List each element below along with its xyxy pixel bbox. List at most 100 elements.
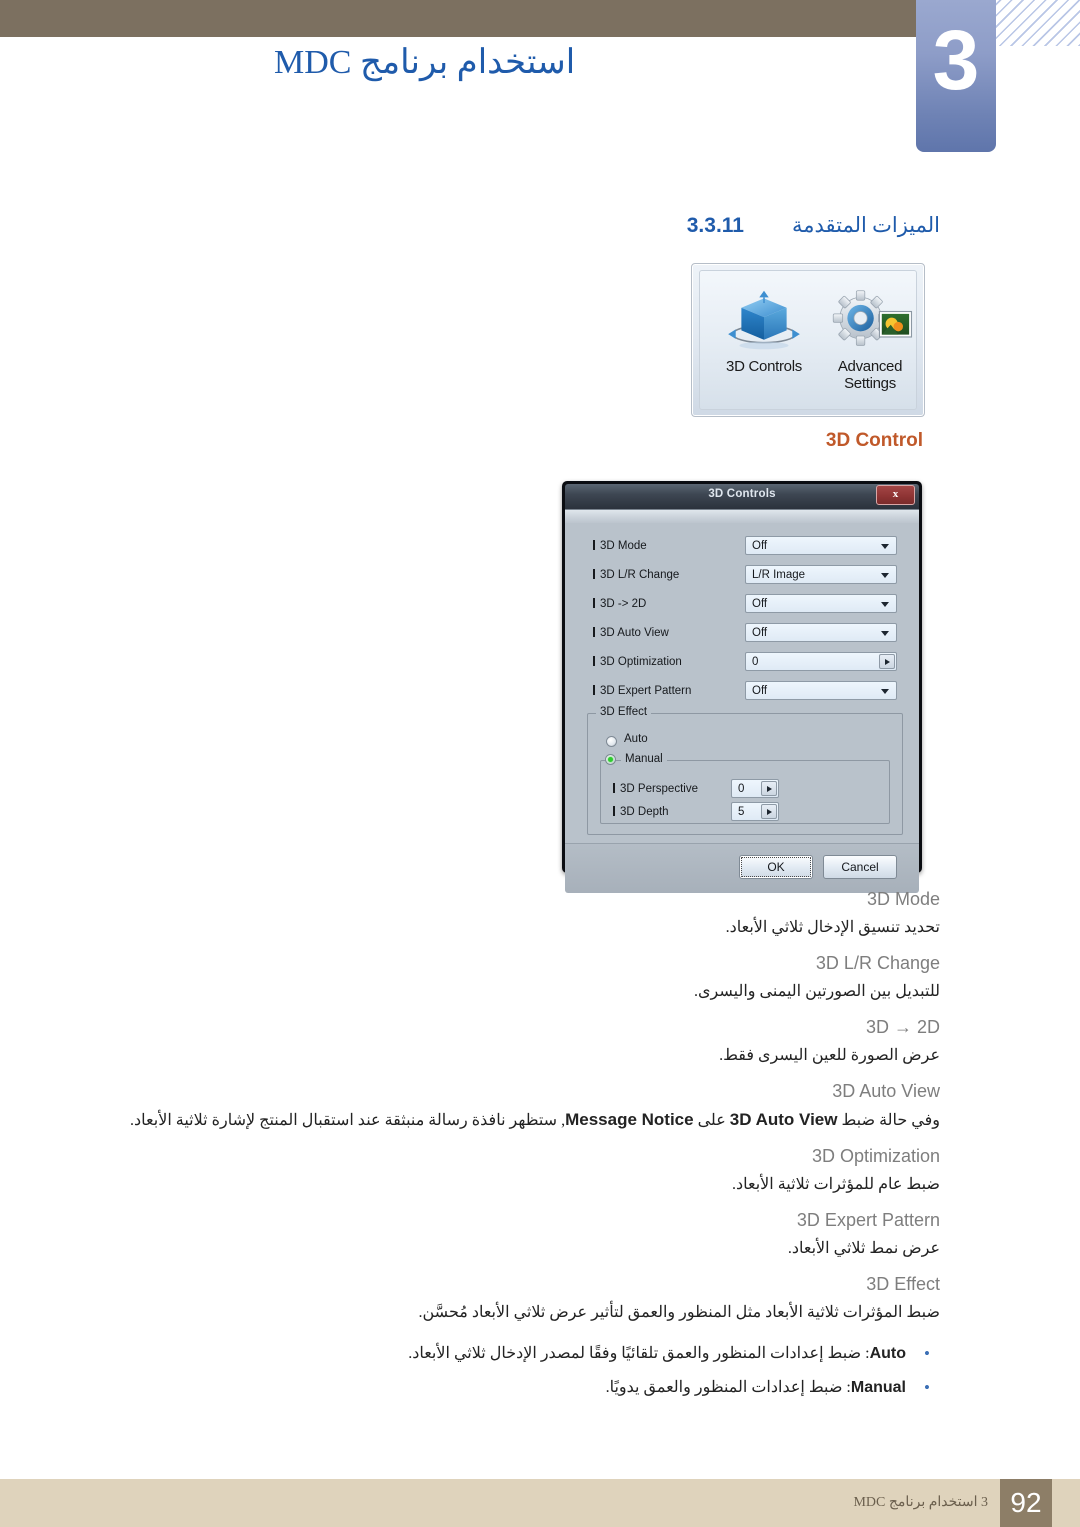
row-3d-expert-pattern-label-text: 3D Expert Pattern — [600, 684, 692, 697]
chevron-down-icon — [881, 544, 889, 549]
desc-term-3d-auto-view: 3D Auto View — [832, 1081, 940, 1101]
row-3d-perspective: 3D Perspective 0 — [613, 779, 803, 798]
dropdown-3d-expert-pattern[interactable]: Off — [745, 681, 897, 700]
row-3d-to-2d-label-text: 3D -> 2D — [600, 597, 647, 610]
spinner-3d-optimization-value: 0 — [752, 656, 759, 668]
row-3d-auto-view-label-text: 3D Auto View — [600, 626, 669, 639]
desc-body-3d-mode: تحديد تنسيق الإدخال ثلاثي الأبعاد. — [725, 919, 940, 936]
chevron-right-icon — [767, 785, 772, 792]
desc-body-3d-effect: ضبط المؤثرات ثلاثية الأبعاد مثل المنظور … — [418, 1304, 940, 1321]
dropdown-3d-mode-value: Off — [752, 540, 768, 552]
chevron-down-icon — [881, 689, 889, 694]
spinner-increment-button[interactable] — [879, 654, 895, 669]
desc-term-3d-to-2d: 3D → 2D — [865, 1017, 940, 1037]
page-number: 92 — [1000, 1479, 1052, 1527]
row-3d-auto-view-label: 3D Auto View — [593, 626, 745, 639]
chevron-down-icon — [881, 602, 889, 607]
radio-manual[interactable] — [605, 754, 616, 765]
desc-term-3d-optimization: 3D Optimization — [811, 1146, 940, 1166]
row-3d-to-2d-label: 3D -> 2D — [593, 597, 745, 610]
row-3d-auto-view: 3D Auto View Off — [593, 623, 897, 642]
spinner-increment-button[interactable] — [761, 804, 777, 819]
desc-term-3d-effect: 3D Effect — [866, 1274, 940, 1294]
desc-auto-view-post: , ستظهر نافذة رسالة منبثقة عند استقبال ا… — [130, 1112, 566, 1129]
header-hatch-decoration — [996, 0, 1080, 46]
row-3d-optimization-label-text: 3D Optimization — [600, 655, 682, 668]
bullet-manual-term: Manual — [850, 1379, 906, 1396]
row-3d-perspective-label: 3D Perspective — [613, 782, 731, 795]
chevron-down-icon — [881, 631, 889, 636]
desc-body-3d-optimization: ضبط عام للمؤثرات ثلاثية الأبعاد. — [731, 1176, 940, 1193]
dropdown-3d-lr-change-value: L/R Image — [752, 569, 806, 581]
radio-auto[interactable] — [606, 736, 617, 747]
subsection-caption: 3D Control — [825, 430, 923, 451]
spinner-3d-optimization[interactable]: 0 — [745, 652, 897, 671]
three-d-controls-dialog: 3D Controls x 3D Mode Off 3D L/R Change … — [562, 481, 922, 893]
bullet-list: Auto: ضبط إعدادات المنظور والعمق تلقائيً… — [110, 1337, 940, 1405]
desc-auto-view-pre: وفي حالة ضبط — [837, 1112, 940, 1129]
row-3d-mode: 3D Mode Off — [593, 536, 897, 555]
toolbar-item-3d-controls[interactable]: 3D Controls — [710, 287, 818, 375]
group-3d-effect: 3D Effect Auto Manual 3D Perspective 0 3… — [587, 706, 903, 835]
bullet-auto-term: Auto — [869, 1345, 906, 1362]
row-3d-lr-change-label: 3D L/R Change — [593, 568, 745, 581]
dropdown-3d-expert-pattern-value: Off — [752, 685, 768, 697]
dialog-titlebar: 3D Controls x — [565, 484, 919, 509]
row-3d-to-2d: 3D -> 2D Off — [593, 594, 897, 613]
row-3d-optimization: 3D Optimization 0 — [593, 652, 897, 671]
row-3d-perspective-label-text: 3D Perspective — [620, 782, 698, 795]
desc-auto-view-bold2: Message Notice — [565, 1110, 694, 1129]
row-3d-depth: 3D Depth 5 — [613, 802, 803, 821]
chevron-right-icon — [767, 808, 772, 815]
header-band — [0, 0, 916, 37]
spinner-3d-depth[interactable]: 5 — [731, 802, 779, 821]
description-list: 3D Mode تحديد تنسيق الإدخال ثلاثي الأبعا… — [110, 886, 940, 1405]
desc-body-3d-auto-view: وفي حالة ضبط 3D Auto View على Message No… — [110, 1106, 940, 1135]
desc-body-3d-to-2d: عرض الصورة للعين اليسرى فقط. — [719, 1047, 940, 1064]
chevron-down-icon — [881, 573, 889, 578]
desc-term-3d-lr-change: 3D L/R Change — [815, 953, 940, 973]
chevron-right-icon — [885, 658, 890, 665]
dialog-body: 3D Mode Off 3D L/R Change L/R Image 3D -… — [565, 509, 919, 843]
page-title: استخدام برنامج MDC — [274, 44, 576, 81]
chapter-number-badge: 3 — [916, 0, 996, 152]
toolbar-icon-panel: 3D Controls Advanced Settings — [691, 263, 925, 417]
dropdown-3d-mode[interactable]: Off — [745, 536, 897, 555]
row-3d-mode-label: 3D Mode — [593, 539, 745, 552]
group-manual: Manual 3D Perspective 0 3D Depth 5 — [600, 753, 890, 824]
bullet-manual: Manual: ضبط إعدادات المنظور والعمق يدويً… — [110, 1371, 940, 1405]
row-3d-expert-pattern: 3D Expert Pattern Off — [593, 681, 897, 700]
row-3d-mode-label-text: 3D Mode — [600, 539, 647, 552]
spinner-increment-button[interactable] — [761, 781, 777, 796]
bullet-auto-text: : ضبط إعدادات المنظور والعمق تلقائيًا وف… — [408, 1345, 870, 1362]
dropdown-3d-auto-view[interactable]: Off — [745, 623, 897, 642]
section-heading: 3.3.11 الميزات المتقدمة — [687, 213, 940, 238]
group-3d-effect-legend: 3D Effect — [596, 706, 652, 718]
row-3d-lr-change: 3D L/R Change L/R Image — [593, 565, 897, 584]
desc-auto-view-mid: على — [693, 1112, 730, 1129]
bullet-manual-text: : ضبط إعدادات المنظور والعمق يدويًا. — [605, 1379, 851, 1396]
dropdown-3d-to-2d-value: Off — [752, 598, 768, 610]
dropdown-3d-to-2d[interactable]: Off — [745, 594, 897, 613]
toolbar-icon-panel-inner: 3D Controls Advanced Settings — [699, 270, 917, 410]
cube-3d-icon — [728, 290, 800, 350]
row-3d-expert-pattern-label: 3D Expert Pattern — [593, 684, 745, 697]
desc-body-3d-expert-pattern: عرض نمط ثلاثي الأبعاد. — [787, 1240, 940, 1257]
desc-auto-view-bold1: 3D Auto View — [729, 1110, 838, 1129]
close-icon[interactable]: x — [876, 485, 915, 505]
spinner-3d-perspective-value: 0 — [738, 783, 745, 795]
desc-term-3d-mode: 3D Mode — [866, 889, 940, 909]
radio-auto-label: Auto — [624, 733, 648, 745]
section-number: 3.3.11 — [686, 214, 744, 237]
gear-photo-icon — [832, 290, 913, 346]
footer-text: 3 استخدام برنامج MDC — [853, 1495, 988, 1510]
row-3d-optimization-label: 3D Optimization — [593, 655, 745, 668]
ok-button[interactable]: OK — [739, 855, 813, 879]
cancel-button[interactable]: Cancel — [823, 855, 897, 879]
toolbar-item-advanced-settings[interactable]: Advanced Settings — [816, 287, 924, 392]
dropdown-3d-lr-change[interactable]: L/R Image — [745, 565, 897, 584]
spinner-3d-perspective[interactable]: 0 — [731, 779, 779, 798]
dialog-title: 3D Controls — [708, 488, 776, 500]
group-manual-legend: Manual — [621, 753, 667, 765]
desc-term-3d-expert-pattern: 3D Expert Pattern — [796, 1210, 940, 1230]
